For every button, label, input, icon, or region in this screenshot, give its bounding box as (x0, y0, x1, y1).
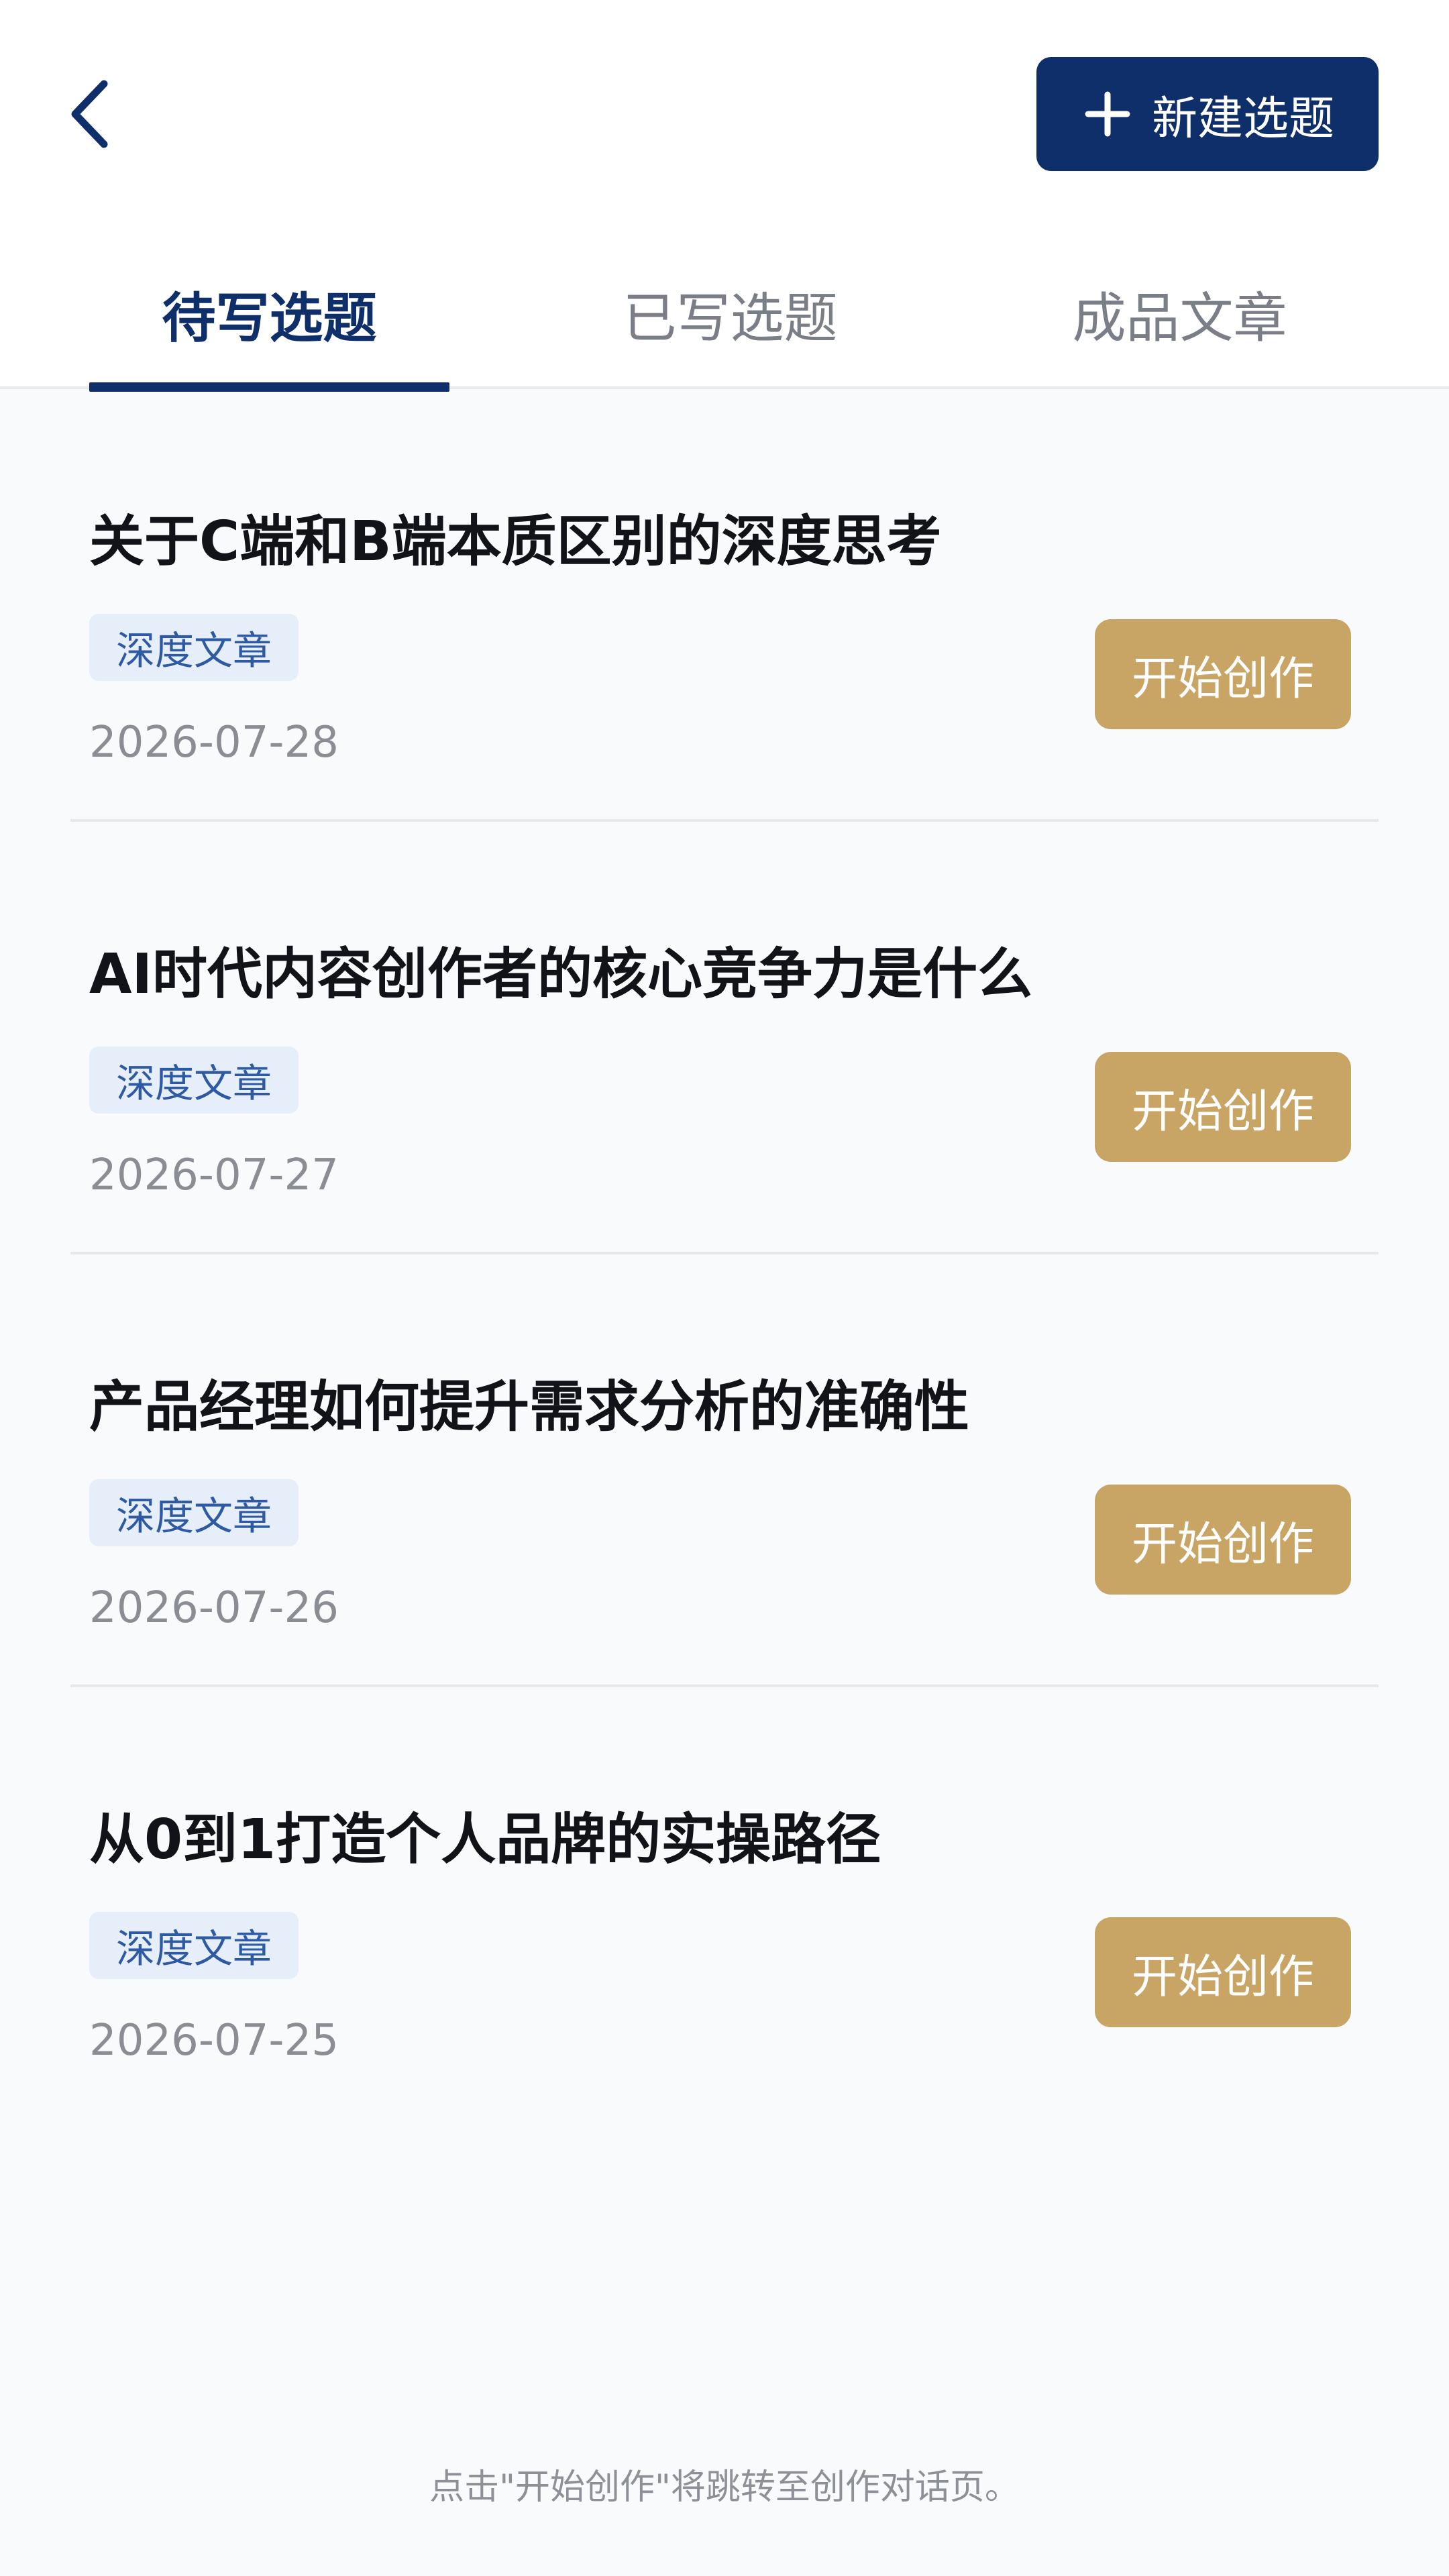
topic-date: 2026-07-27 (89, 1150, 339, 1200)
new-topic-label: 新建选题 (1151, 92, 1334, 146)
start-writing-button[interactable]: 开始创作 (1095, 619, 1351, 729)
tab-pending-topics[interactable]: 待写选题 (89, 255, 449, 389)
tab-finished-articles[interactable]: 成品文章 (1000, 255, 1360, 389)
list-item: 关于C端和B端本质区别的深度思考 深度文章 2026-07-28 开始创作 (0, 389, 1449, 822)
tab-label: 已写选题 (623, 287, 838, 350)
list-item: 从0到1打造个人品牌的实操路径 深度文章 2026-07-25 开始创作 (0, 1687, 1449, 2120)
topic-title: 关于C端和B端本质区别的深度思考 (89, 510, 942, 574)
category-tag: 深度文章 (89, 614, 299, 681)
back-button[interactable] (60, 74, 121, 154)
start-writing-button[interactable]: 开始创作 (1095, 1917, 1351, 2027)
plus-icon (1081, 87, 1134, 141)
category-tag: 深度文章 (89, 1479, 299, 1546)
list-item: 产品经理如何提升需求分析的准确性 深度文章 2026-07-26 开始创作 (0, 1254, 1449, 1687)
category-tag: 深度文章 (89, 1046, 299, 1114)
topic-title: 从0到1打造个人品牌的实操路径 (89, 1808, 881, 1872)
category-tag: 深度文章 (89, 1912, 299, 1979)
tab-written-topics[interactable]: 已写选题 (550, 255, 910, 389)
topic-date: 2026-07-26 (89, 1583, 339, 1633)
new-topic-button[interactable]: 新建选题 (1036, 57, 1379, 171)
topic-title: AI时代内容创作者的核心竞争力是什么 (89, 943, 1032, 1006)
topic-title: 产品经理如何提升需求分析的准确性 (89, 1375, 970, 1439)
footer-hint: 点击"开始创作"将跳转至创作对话页。 (429, 2467, 1020, 2508)
tab-label: 待写选题 (162, 287, 377, 350)
app-header: 新建选题 待写选题 已写选题 成品文章 (0, 0, 1449, 392)
tab-bar: 待写选题 已写选题 成品文章 (0, 255, 1449, 392)
tab-label: 成品文章 (1072, 287, 1287, 350)
list-item: AI时代内容创作者的核心竞争力是什么 深度文章 2026-07-27 开始创作 (0, 822, 1449, 1254)
chevron-left-icon (71, 80, 108, 148)
start-writing-button[interactable]: 开始创作 (1095, 1485, 1351, 1595)
topic-date: 2026-07-25 (89, 2016, 339, 2065)
topic-date: 2026-07-28 (89, 718, 339, 767)
start-writing-button[interactable]: 开始创作 (1095, 1052, 1351, 1162)
